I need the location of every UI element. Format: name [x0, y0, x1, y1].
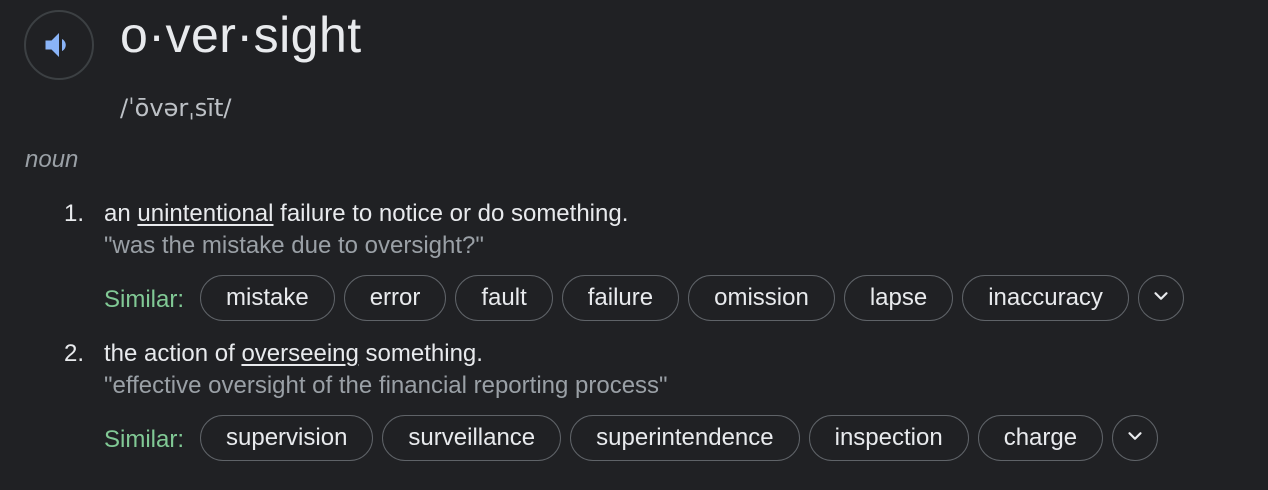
gloss-text: failure to notice or do something. — [273, 200, 629, 227]
similar-chip[interactable]: charge — [977, 415, 1104, 461]
pronunciation-speaker-button[interactable] — [24, 10, 94, 80]
similar-chip[interactable]: failure — [561, 275, 680, 321]
similar-chip[interactable]: omission — [688, 275, 835, 321]
definition-text: an unintentional failure to notice or do… — [104, 198, 628, 230]
gloss-text: the action of — [104, 340, 242, 367]
similar-words-row: Similar: mistake error fault failure omi… — [104, 274, 1184, 322]
similar-chip[interactable]: mistake — [200, 275, 335, 321]
similar-chip[interactable]: superintendence — [570, 415, 800, 461]
similar-label: Similar: — [104, 426, 185, 453]
sense-number: 2. — [64, 340, 85, 367]
similar-chip[interactable]: lapse — [843, 275, 954, 321]
volume-up-icon — [41, 27, 77, 63]
usage-example: "was the mistake due to oversight?" — [104, 232, 484, 259]
similar-chip[interactable]: fault — [455, 275, 553, 321]
chevron-down-icon — [1150, 285, 1172, 312]
definition-text: the action of overseeing something. — [104, 338, 483, 370]
similar-chip[interactable]: supervision — [200, 415, 374, 461]
expand-similar-button[interactable] — [1112, 415, 1159, 461]
similar-words-row: Similar: supervision surveillance superi… — [104, 414, 1159, 462]
gloss-link-unintentional[interactable]: unintentional — [137, 200, 273, 227]
headword: o·ver·sight — [120, 7, 362, 63]
similar-chip[interactable]: inaccuracy — [962, 275, 1129, 321]
gloss-text: something. — [358, 340, 483, 367]
similar-chip[interactable]: error — [343, 275, 447, 321]
expand-similar-button[interactable] — [1137, 275, 1184, 321]
gloss-text: an — [104, 200, 138, 227]
similar-chip[interactable]: surveillance — [382, 415, 562, 461]
part-of-speech: noun — [25, 146, 79, 173]
sense-number: 1. — [64, 200, 85, 227]
gloss-link-overseeing[interactable]: overseeing — [241, 340, 358, 367]
phonetic-transcription: /ˈōvərˌsīt/ — [120, 94, 232, 122]
usage-example: "effective oversight of the financial re… — [104, 372, 668, 399]
chevron-down-icon — [1124, 425, 1146, 452]
similar-chip[interactable]: inspection — [808, 415, 969, 461]
similar-label: Similar: — [104, 286, 185, 313]
